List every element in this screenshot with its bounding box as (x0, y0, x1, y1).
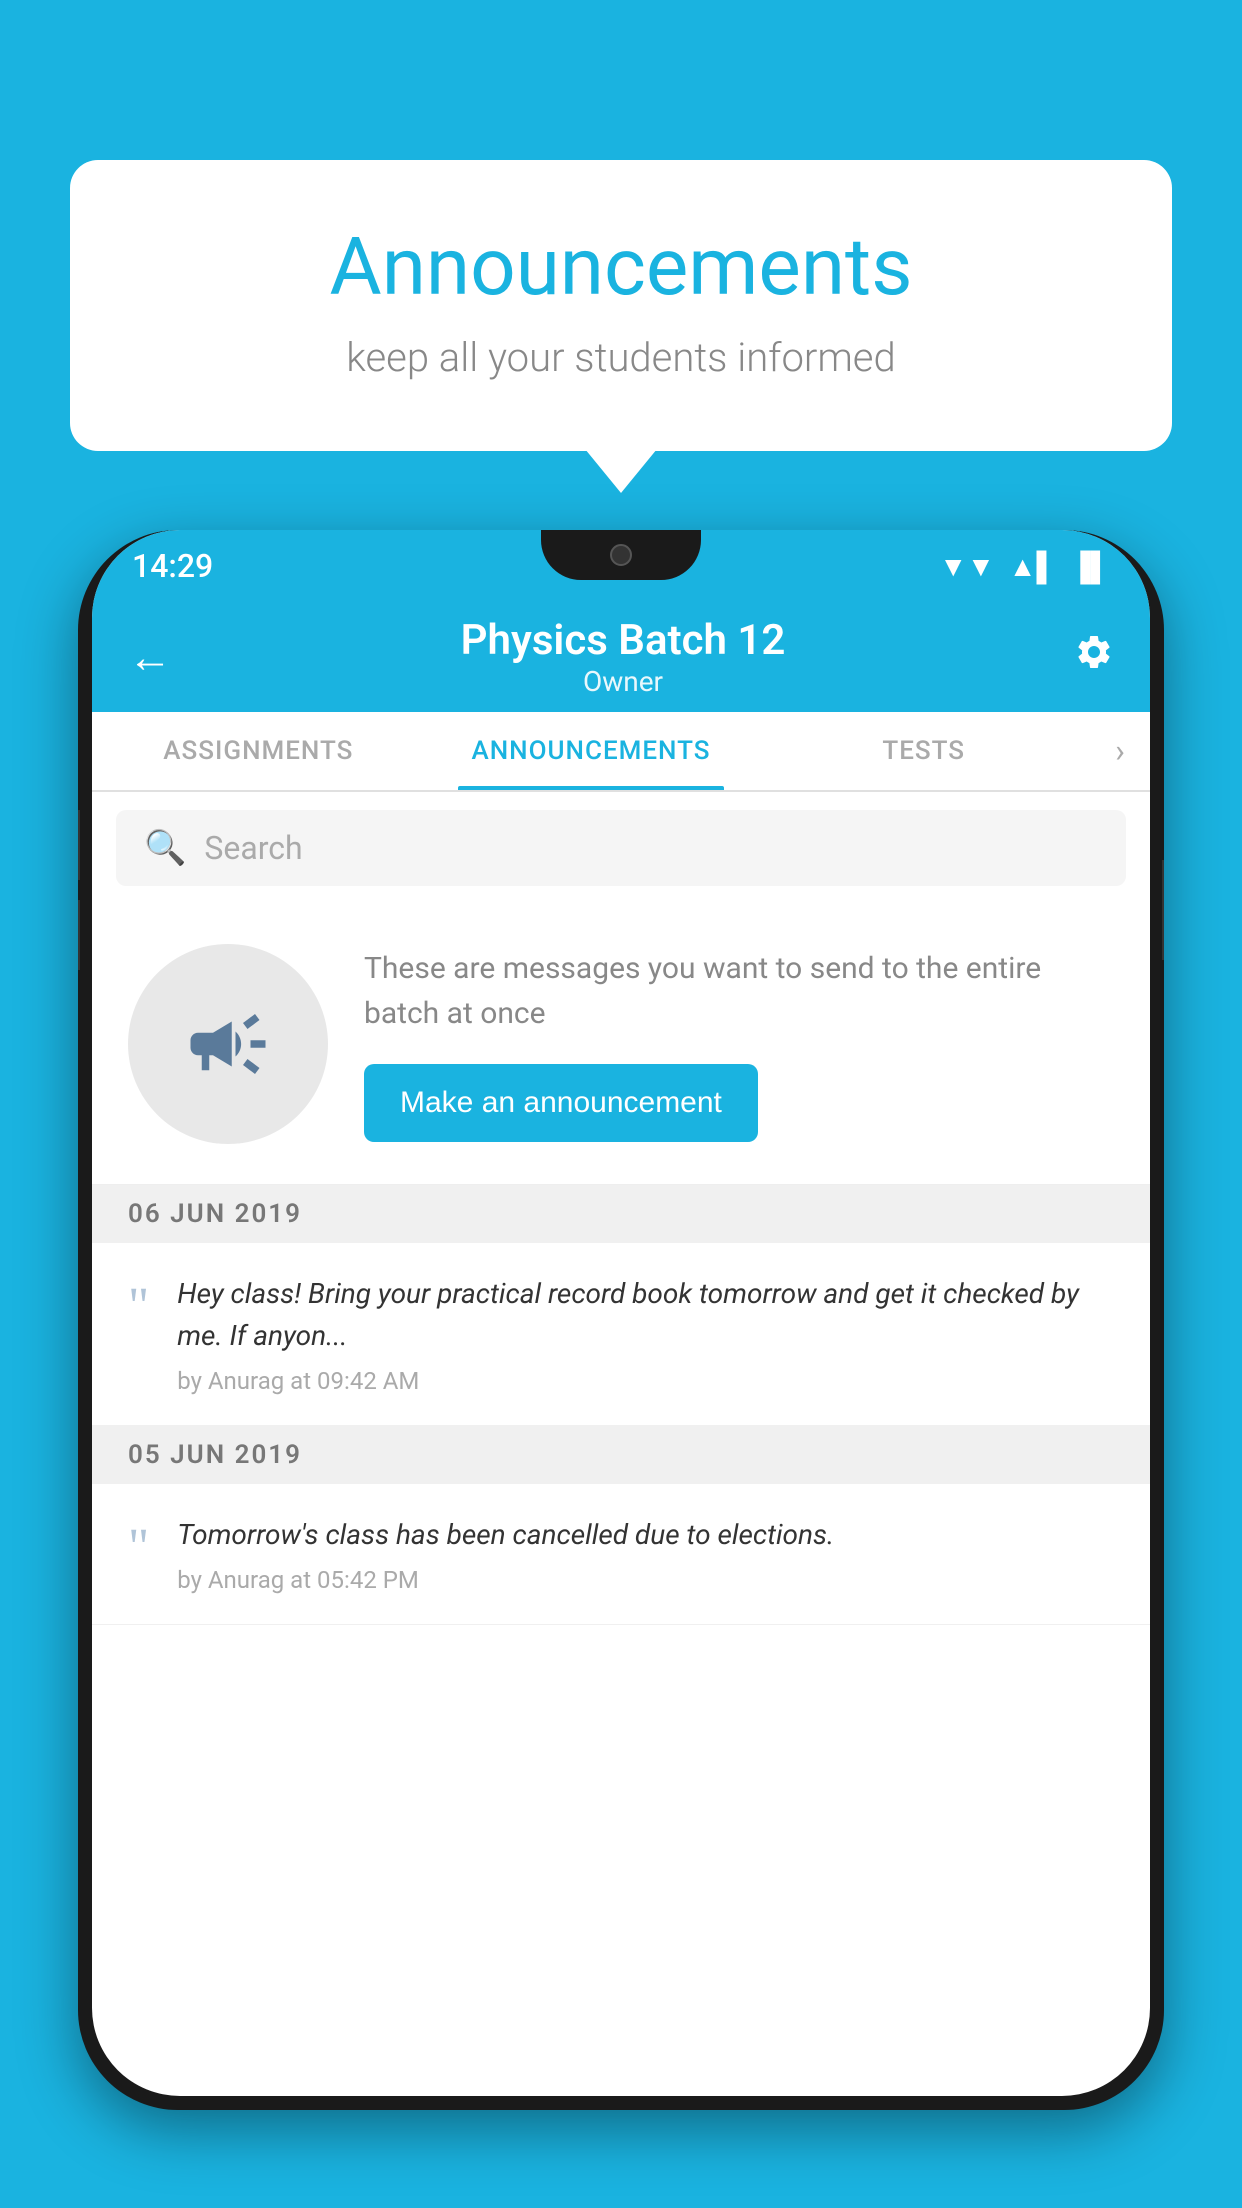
app-bar-center: Physics Batch 12 Owner (461, 616, 786, 698)
tab-assignments[interactable]: ASSIGNMENTS (92, 712, 425, 790)
settings-button[interactable] (1074, 632, 1114, 682)
camera (610, 544, 632, 566)
announcement-meta-2: by Anurag at 05:42 PM (177, 1566, 1114, 1594)
announcement-text-1: Hey class! Bring your practical record b… (177, 1273, 1114, 1395)
announcement-item-1: " Hey class! Bring your practical record… (92, 1243, 1150, 1426)
app-bar-subtitle: Owner (461, 665, 786, 698)
announcement-right: These are messages you want to send to t… (364, 946, 1114, 1142)
announcement-message-2: Tomorrow's class has been cancelled due … (177, 1514, 1114, 1556)
announcement-icon-circle (128, 944, 328, 1144)
quote-icon-1: " (128, 1281, 149, 1333)
tab-tests[interactable]: TESTS (757, 712, 1090, 790)
phone-screen: 14:29 ▼▼ ▲▌ ▐▌ ← Physics Batch 12 Owner (92, 530, 1150, 2096)
tab-announcements[interactable]: ANNOUNCEMENTS (425, 712, 758, 790)
tabs-bar: ASSIGNMENTS ANNOUNCEMENTS TESTS › (92, 712, 1150, 792)
battery-icon: ▐▌ (1070, 550, 1110, 583)
announcement-message-1: Hey class! Bring your practical record b… (177, 1273, 1114, 1357)
power-button (1162, 860, 1164, 960)
announcement-meta-1: by Anurag at 09:42 AM (177, 1367, 1114, 1395)
search-placeholder: Search (204, 829, 302, 867)
announcement-text-2: Tomorrow's class has been cancelled due … (177, 1514, 1114, 1594)
search-bar-wrap: 🔍 Search (92, 792, 1150, 904)
app-bar-title: Physics Batch 12 (461, 616, 786, 665)
announcement-desc: These are messages you want to send to t… (364, 946, 1114, 1036)
status-time: 14:29 (132, 547, 213, 585)
date-separator-1: 06 JUN 2019 (92, 1185, 1150, 1243)
status-icons: ▼▼ ▲▌ ▐▌ (939, 550, 1110, 583)
volume-up-button (78, 810, 80, 880)
bubble-title: Announcements (140, 220, 1102, 314)
phone-device: 14:29 ▼▼ ▲▌ ▐▌ ← Physics Batch 12 Owner (78, 530, 1164, 2110)
make-announcement-button[interactable]: Make an announcement (364, 1064, 758, 1142)
notch (541, 530, 701, 580)
date-separator-2: 05 JUN 2019 (92, 1426, 1150, 1484)
announcement-promo: These are messages you want to send to t… (92, 904, 1150, 1185)
volume-down-button (78, 900, 80, 970)
quote-icon-2: " (128, 1522, 149, 1574)
back-button[interactable]: ← (128, 631, 172, 683)
speech-bubble: Announcements keep all your students inf… (70, 160, 1172, 451)
app-bar: ← Physics Batch 12 Owner (92, 602, 1150, 712)
phone-wrapper: 14:29 ▼▼ ▲▌ ▐▌ ← Physics Batch 12 Owner (78, 530, 1164, 2208)
search-bar[interactable]: 🔍 Search (116, 810, 1126, 886)
signal-icon: ▲▌ (1009, 550, 1057, 583)
speech-bubble-container: Announcements keep all your students inf… (70, 160, 1172, 451)
announcement-item-2: " Tomorrow's class has been cancelled du… (92, 1484, 1150, 1625)
search-icon: 🔍 (144, 828, 186, 868)
bubble-subtitle: keep all your students informed (140, 334, 1102, 381)
wifi-icon: ▼▼ (939, 550, 994, 583)
tab-more[interactable]: › (1090, 712, 1150, 790)
